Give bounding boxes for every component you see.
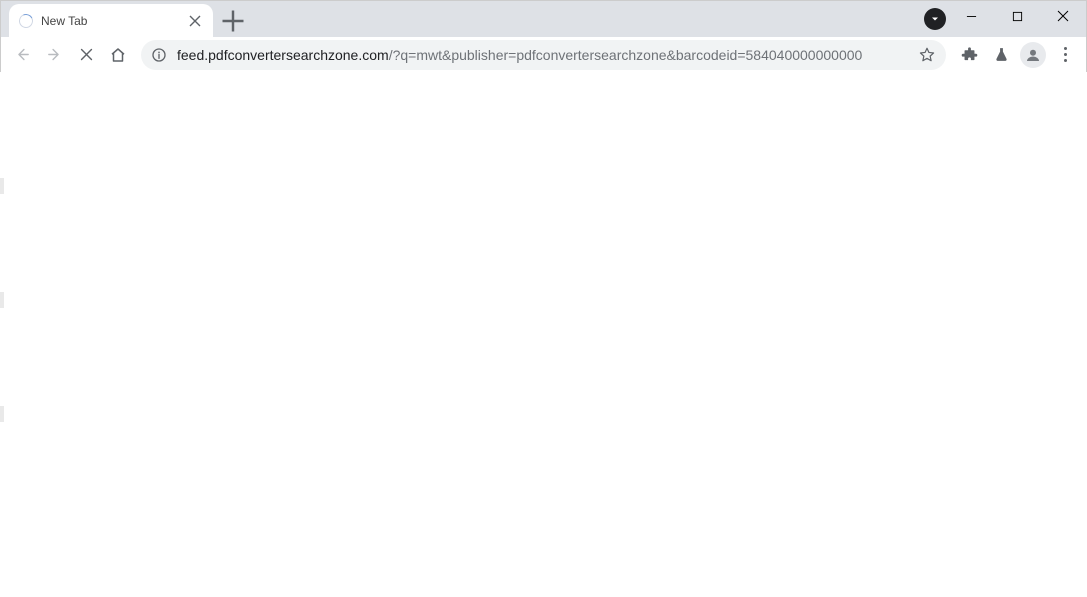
maximize-icon xyxy=(1012,11,1023,22)
arrow-left-icon xyxy=(14,46,31,63)
forward-button[interactable] xyxy=(39,40,69,70)
url-text: feed.pdfconvertersearchzone.com/?q=mwt&p… xyxy=(177,47,908,63)
labs-button[interactable] xyxy=(986,40,1016,70)
minimize-button[interactable] xyxy=(948,1,994,31)
site-info-button[interactable] xyxy=(151,47,167,63)
tab-strip: New Tab xyxy=(1,1,1086,37)
page-content xyxy=(0,72,1087,597)
maximize-button[interactable] xyxy=(994,1,1040,31)
person-icon xyxy=(1024,46,1042,64)
window-controls xyxy=(948,1,1086,31)
info-icon xyxy=(151,47,167,63)
chevron-down-icon xyxy=(929,13,941,25)
menu-button[interactable] xyxy=(1050,40,1080,70)
avatar xyxy=(1020,42,1046,68)
loading-spinner-icon xyxy=(17,12,35,30)
close-icon xyxy=(187,13,203,29)
url-path: /?q=mwt&publisher=pdfconvertersearchzone… xyxy=(389,47,863,63)
flask-icon xyxy=(993,46,1010,63)
toolbar: feed.pdfconvertersearchzone.com/?q=mwt&p… xyxy=(1,37,1086,73)
edge-artifact xyxy=(0,406,4,422)
browser-tab[interactable]: New Tab xyxy=(9,4,213,37)
tab-title: New Tab xyxy=(41,14,179,28)
close-icon xyxy=(78,46,95,63)
close-icon xyxy=(1057,10,1069,22)
media-control-button[interactable] xyxy=(924,8,946,30)
home-icon xyxy=(109,46,127,64)
address-bar[interactable]: feed.pdfconvertersearchzone.com/?q=mwt&p… xyxy=(141,40,946,70)
close-window-button[interactable] xyxy=(1040,1,1086,31)
edge-artifact xyxy=(0,292,4,308)
stop-button[interactable] xyxy=(71,40,101,70)
star-icon xyxy=(918,46,936,64)
home-button[interactable] xyxy=(103,40,133,70)
profile-button[interactable] xyxy=(1018,40,1048,70)
puzzle-icon xyxy=(961,46,978,63)
back-button[interactable] xyxy=(7,40,37,70)
bookmark-button[interactable] xyxy=(918,46,936,64)
new-tab-button[interactable] xyxy=(219,7,247,35)
kebab-icon xyxy=(1064,47,1067,62)
url-host: feed.pdfconvertersearchzone.com xyxy=(177,47,389,63)
minimize-icon xyxy=(966,11,977,22)
plus-icon xyxy=(219,7,247,35)
extensions-button[interactable] xyxy=(954,40,984,70)
arrow-right-icon xyxy=(46,46,63,63)
close-tab-button[interactable] xyxy=(187,13,203,29)
edge-artifact xyxy=(0,178,4,194)
